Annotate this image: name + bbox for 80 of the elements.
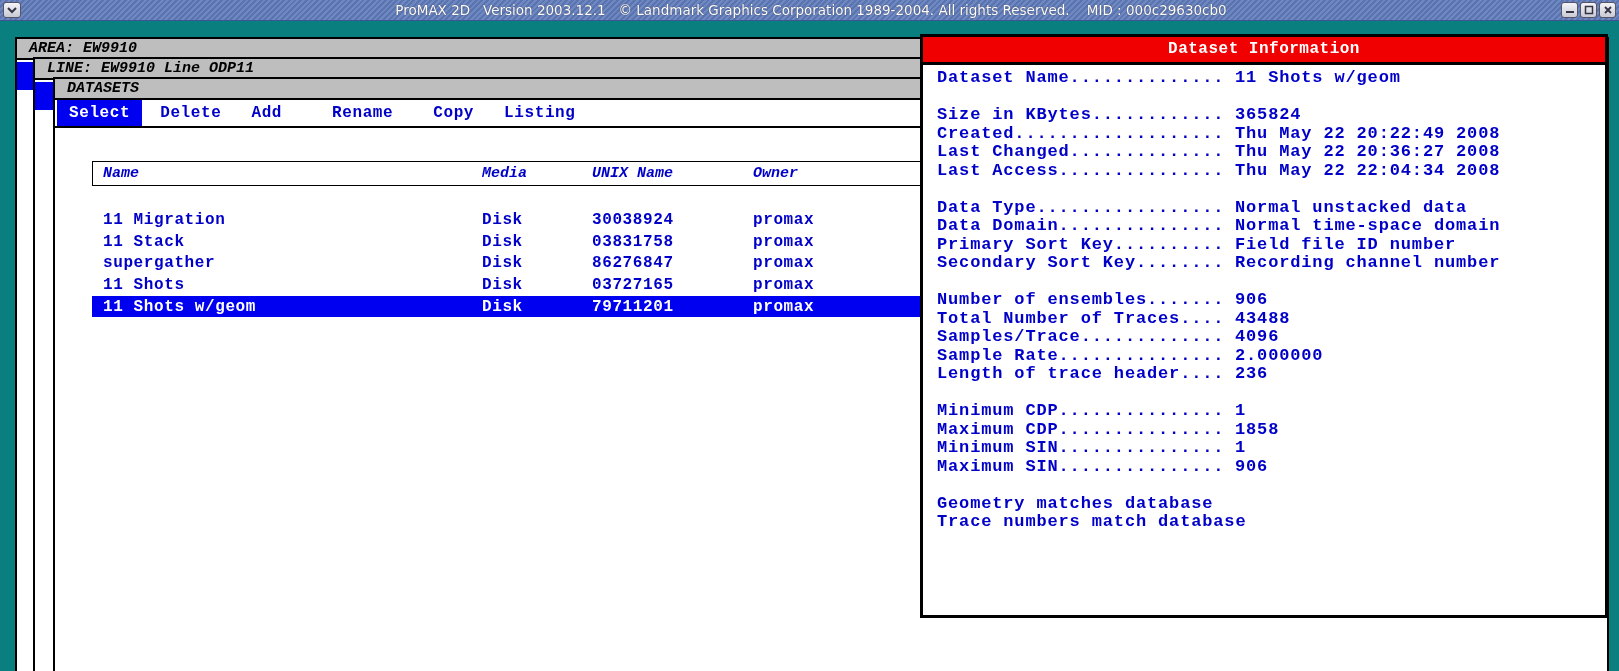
- table-cell-text: 03727165: [592, 275, 675, 294]
- panel-title: Dataset Information: [923, 37, 1605, 65]
- maximize-icon: [1583, 5, 1594, 15]
- field-label: Minimum CDP...............: [937, 402, 1226, 421]
- field-label: Primary Sort Key..........: [937, 235, 1226, 254]
- menu-item[interactable]: Copy: [421, 100, 487, 126]
- column-header: Owner: [753, 165, 798, 182]
- table-cell-text: 03831758: [592, 232, 675, 251]
- field-value: 1: [1235, 402, 1247, 421]
- table-cell: promax: [753, 254, 815, 273]
- menu-item[interactable]: Listing: [492, 100, 588, 126]
- table-cell-text: supergather: [103, 254, 217, 273]
- window-title: ProMAX 2D Version 2003.12.1 © Landmark Graphics Corporation 1989-2004. All rights Reserved. MID : 000c29630cb0: [394, 2, 1228, 18]
- field-label: Size in KBytes............: [937, 106, 1226, 125]
- field-value: 906: [1235, 457, 1269, 476]
- field-value: 906: [1235, 291, 1269, 310]
- table-cell: promax: [753, 297, 815, 316]
- menu-item[interactable]: Add: [239, 100, 295, 126]
- maximize-button[interactable]: [1580, 2, 1597, 18]
- minimize-button[interactable]: [1561, 2, 1578, 18]
- field-label: Last Access...............: [937, 161, 1226, 180]
- table-cell: promax: [753, 275, 815, 294]
- field-label: Samples/Trace.............: [937, 328, 1226, 347]
- table-cell-text: 79711201: [592, 297, 675, 316]
- table-row[interactable]: 11 Shots Disk 03727165 promax: [92, 274, 920, 296]
- table-cell-text: 30038924: [592, 210, 675, 229]
- column-header: Name: [103, 165, 140, 182]
- field-value: Thu May 22 22:04:34 2008: [1235, 161, 1501, 180]
- table-cell-text: Disk: [482, 210, 524, 229]
- note-text: Trace numbers match database: [937, 513, 1248, 532]
- note-text: Geometry matches database: [937, 494, 1215, 513]
- field-value: 1: [1235, 439, 1247, 458]
- field-label: Maximum SIN...............: [937, 457, 1226, 476]
- table-cell-text: Disk: [482, 275, 524, 294]
- field-label: Created...................: [937, 124, 1226, 143]
- field-label: Data Type.................: [937, 198, 1226, 217]
- table-row[interactable]: 11 Migration Disk 30038924 promax: [92, 209, 920, 231]
- field-value: Recording channel number: [1235, 254, 1501, 273]
- table-cell-text: 11 Shots w/geom: [103, 297, 258, 316]
- table-cell-text: Disk: [482, 232, 524, 251]
- caret-icon: [6, 4, 18, 16]
- field-label: Total Number of Traces....: [937, 309, 1226, 328]
- close-icon: [1602, 5, 1613, 15]
- table-row[interactable]: 11 Stack Disk 03831758 promax: [92, 230, 920, 253]
- field-value: 2.000000: [1235, 346, 1324, 365]
- table-row[interactable]: supergather Disk 86276847 promax: [92, 252, 920, 275]
- menu-item[interactable]: Rename: [320, 100, 406, 126]
- field-label: Length of trace header....: [937, 365, 1226, 384]
- table-cell-text: 11 Migration: [103, 210, 227, 229]
- column-header: UNIX Name: [592, 165, 674, 182]
- menu-item[interactable]: Select: [57, 100, 143, 126]
- field-value: Field file ID number: [1235, 235, 1457, 254]
- column-header: Media: [482, 165, 528, 182]
- field-value: 365824: [1235, 106, 1302, 125]
- field-value: Thu May 22 20:22:49 2008: [1235, 124, 1501, 143]
- field-label: Secondary Sort Key........: [937, 254, 1226, 273]
- window-menu-button[interactable]: [3, 2, 21, 18]
- table-cell-text: 86276847: [592, 254, 675, 273]
- field-label: Sample Rate...............: [937, 346, 1226, 365]
- field-label: Data Domain...............: [937, 217, 1226, 236]
- table-cell-text: Disk: [482, 297, 524, 316]
- field-value: 43488: [1235, 309, 1291, 328]
- menu-item[interactable]: Delete: [148, 100, 234, 126]
- field-value: 1858: [1235, 420, 1280, 439]
- field-value: Thu May 22 20:36:27 2008: [1235, 143, 1501, 162]
- field-label: Number of ensembles.......: [937, 291, 1226, 310]
- table-cell-text: Disk: [482, 254, 524, 273]
- table-cell: promax: [753, 232, 815, 251]
- field-value: 236: [1235, 365, 1269, 384]
- field-value: Normal unstacked data: [1235, 198, 1468, 217]
- table-cell: promax: [753, 210, 815, 229]
- table-cell-text: 11 Stack: [103, 232, 186, 251]
- field-label: Maximum CDP...............: [937, 420, 1226, 439]
- field-value: Normal time-space domain: [1235, 217, 1501, 236]
- table-row[interactable]: 11 Shots w/geom Disk 79711201 promax: [92, 295, 920, 318]
- table-cell-text: 11 Shots: [103, 275, 186, 294]
- close-button[interactable]: [1599, 2, 1616, 18]
- field-label: Minimum SIN...............: [937, 439, 1226, 458]
- field-label: Last Changed..............: [937, 143, 1226, 162]
- field-value: 4096: [1235, 328, 1280, 347]
